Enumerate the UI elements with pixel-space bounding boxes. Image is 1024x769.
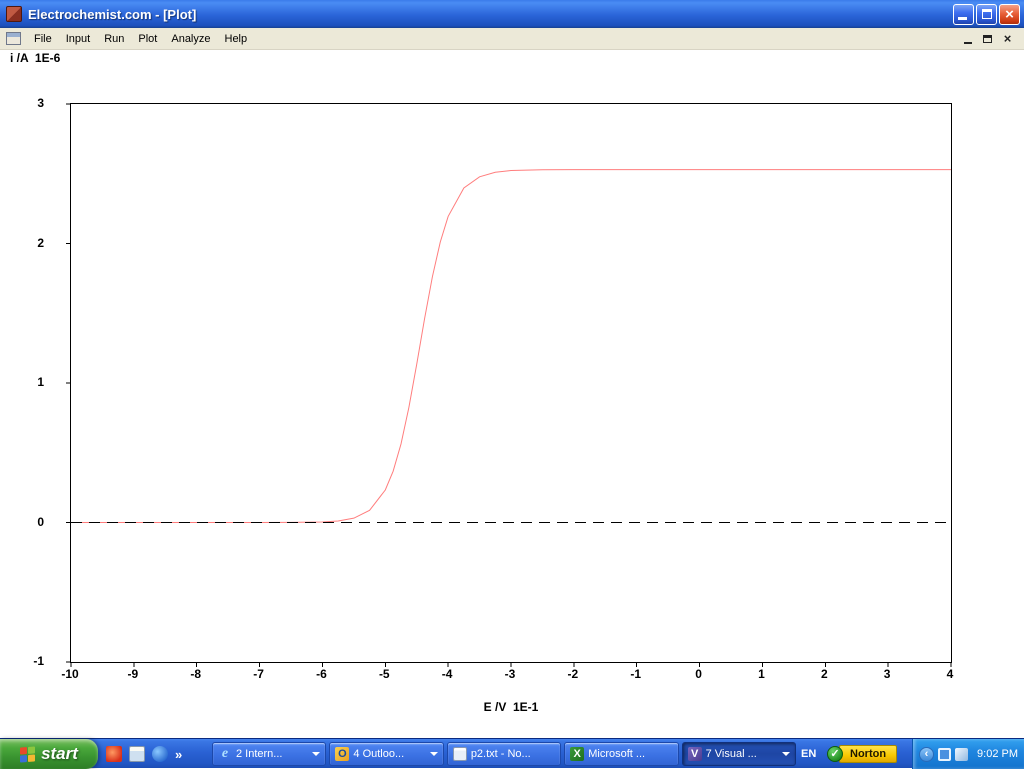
minimize-icon bbox=[964, 42, 972, 44]
menu-bar: File Input Run Plot Analyze Help × bbox=[0, 28, 1024, 50]
norton-badge[interactable]: ✓ Norton bbox=[827, 743, 897, 765]
x-tick-label: -5 bbox=[364, 667, 404, 681]
y-tick-label: 2 bbox=[20, 236, 44, 250]
x-tick-label: -9 bbox=[113, 667, 153, 681]
taskbar-button-label: 4 Outloo... bbox=[353, 748, 425, 760]
taskbar-button-label: 7 Visual ... bbox=[706, 748, 778, 760]
x-tick-label: -3 bbox=[490, 667, 530, 681]
taskbar-button-label: Microsoft ... bbox=[588, 748, 672, 760]
close-icon: × bbox=[1004, 32, 1012, 45]
y-tick-label: -1 bbox=[20, 654, 44, 668]
window-controls: × bbox=[953, 4, 1020, 25]
taskbar-button-visual-studio[interactable]: V 7 Visual ... bbox=[682, 742, 796, 766]
excel-icon: X bbox=[570, 747, 584, 761]
menu-run[interactable]: Run bbox=[97, 30, 131, 48]
close-button[interactable]: × bbox=[999, 4, 1020, 25]
maximize-icon bbox=[982, 9, 992, 19]
close-icon: × bbox=[1005, 7, 1014, 22]
quick-launch-icon-3[interactable] bbox=[152, 746, 168, 762]
maximize-button[interactable] bbox=[976, 4, 997, 25]
steady-state-voltammogram bbox=[71, 170, 951, 523]
chevron-down-icon bbox=[782, 752, 790, 756]
x-tick-label: 2 bbox=[804, 667, 844, 681]
taskbar-button-notepad[interactable]: p2.txt - No... bbox=[447, 742, 561, 766]
quick-launch-icon-2[interactable] bbox=[129, 746, 145, 762]
taskbar-button-label: p2.txt - No... bbox=[471, 748, 555, 760]
taskbar-button-label: 2 Intern... bbox=[236, 748, 308, 760]
x-tick-label: -6 bbox=[301, 667, 341, 681]
x-tick-label: -4 bbox=[427, 667, 467, 681]
x-tick-label: 0 bbox=[679, 667, 719, 681]
plot-canvas bbox=[71, 104, 951, 662]
app-icon bbox=[6, 6, 22, 22]
x-tick-label: -1 bbox=[616, 667, 656, 681]
outlook-icon: O bbox=[335, 747, 349, 761]
x-tick-label: -2 bbox=[553, 667, 593, 681]
windows-logo-icon bbox=[20, 746, 35, 762]
notepad-icon bbox=[453, 747, 467, 761]
system-tray: ‹ 9:02 PM bbox=[912, 739, 1024, 769]
y-tick-label: 0 bbox=[20, 515, 44, 529]
quick-launch-icon-1[interactable] bbox=[106, 746, 122, 762]
x-tick-label: 4 bbox=[930, 667, 970, 681]
window-title: Electrochemist.com - [Plot] bbox=[28, 7, 196, 22]
start-label: start bbox=[41, 744, 78, 764]
taskbar-clock: 9:02 PM bbox=[977, 748, 1018, 760]
norton-label: Norton bbox=[839, 745, 897, 763]
plot-area: i /A 1E-6 E /V 1E-1 -10-9-8-7-6-5-4-3-2-… bbox=[0, 50, 1024, 738]
x-tick-label: -10 bbox=[50, 667, 90, 681]
taskbar-buttons: e 2 Intern... O 4 Outloo... p2.txt - No.… bbox=[212, 742, 796, 766]
child-minimize-button[interactable] bbox=[959, 31, 976, 46]
child-restore-button[interactable] bbox=[979, 31, 996, 46]
chevron-down-icon bbox=[430, 752, 438, 756]
language-indicator[interactable]: EN bbox=[801, 739, 816, 769]
minimize-icon bbox=[958, 17, 967, 20]
menu-help[interactable]: Help bbox=[218, 30, 255, 48]
x-tick-label: 3 bbox=[867, 667, 907, 681]
norton-check-icon: ✓ bbox=[827, 746, 843, 762]
menu-analyze[interactable]: Analyze bbox=[164, 30, 217, 48]
visual-studio-icon: V bbox=[688, 747, 702, 761]
plot-window-icon bbox=[6, 32, 21, 45]
minimize-button[interactable] bbox=[953, 4, 974, 25]
tray-icon-2[interactable] bbox=[955, 748, 968, 761]
title-bar: Electrochemist.com - [Plot] × bbox=[0, 0, 1024, 28]
taskbar: start » e 2 Intern... O 4 Outloo... p2.t… bbox=[0, 738, 1024, 768]
quick-launch-bar: » bbox=[102, 739, 182, 769]
menu-file[interactable]: File bbox=[27, 30, 59, 48]
taskbar-button-internet-explorer[interactable]: e 2 Intern... bbox=[212, 742, 326, 766]
x-axis-label: E /V 1E-1 bbox=[431, 700, 591, 714]
x-tick-label: -7 bbox=[239, 667, 279, 681]
restore-icon bbox=[983, 35, 992, 43]
x-tick-label: 1 bbox=[741, 667, 781, 681]
tray-icon-1[interactable] bbox=[938, 748, 951, 761]
chevron-down-icon bbox=[312, 752, 320, 756]
taskbar-button-excel[interactable]: X Microsoft ... bbox=[564, 742, 678, 766]
tray-collapse-chevron[interactable]: ‹ bbox=[919, 747, 934, 762]
start-button[interactable]: start bbox=[0, 739, 98, 769]
child-window-controls: × bbox=[959, 31, 1016, 46]
taskbar-button-outlook[interactable]: O 4 Outloo... bbox=[329, 742, 443, 766]
y-tick-label: 3 bbox=[20, 96, 44, 110]
child-close-button[interactable]: × bbox=[999, 31, 1016, 46]
y-axis-label: i /A 1E-6 bbox=[10, 51, 60, 65]
menu-plot[interactable]: Plot bbox=[131, 30, 164, 48]
plot-frame bbox=[70, 103, 952, 663]
y-tick-label: 1 bbox=[20, 375, 44, 389]
x-tick-label: -8 bbox=[176, 667, 216, 681]
quick-launch-overflow-chevron[interactable]: » bbox=[175, 747, 182, 762]
menu-input[interactable]: Input bbox=[59, 30, 97, 48]
internet-explorer-icon: e bbox=[218, 747, 232, 761]
